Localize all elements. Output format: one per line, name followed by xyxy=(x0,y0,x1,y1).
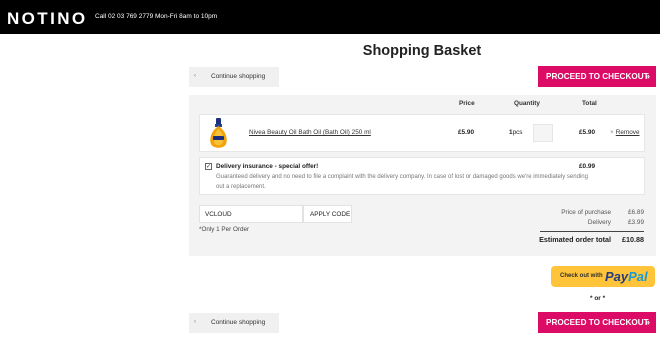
chevron-left-icon: ‹ xyxy=(194,319,196,325)
purchase-price-label: Price of purchase xyxy=(561,209,611,216)
quantity-stepper[interactable] xyxy=(533,124,553,142)
notino-logo[interactable]: NOTINO xyxy=(7,9,88,29)
proceed-to-checkout-button-top[interactable]: PROCEED TO CHECKOUT » xyxy=(538,66,656,87)
insurance-description: Guaranteed delivery and no need to file … xyxy=(216,174,588,190)
item-total: £5.90 xyxy=(579,129,595,136)
total-header: Total xyxy=(582,100,597,107)
insurance-price: £0.99 xyxy=(579,163,595,170)
apply-code-button[interactable]: APPLY CODE xyxy=(303,205,352,223)
insurance-title: Delivery insurance - special offer! xyxy=(216,163,319,170)
continue-shopping-label: Continue shopping xyxy=(211,319,266,326)
proceed-to-checkout-button-bottom[interactable]: PROCEED TO CHECKOUT » xyxy=(538,312,656,333)
quantity-header: Quantity xyxy=(514,100,540,107)
contact-phone: Call 02 03 769 2779 Mon-Fri 8am to 10pm xyxy=(95,13,218,20)
order-total-label: Estimated order total xyxy=(539,235,611,244)
close-icon: × xyxy=(610,129,614,136)
delivery-value: £3.99 xyxy=(628,219,644,226)
checkout-label: PROCEED TO CHECKOUT xyxy=(546,72,649,81)
voucher-note: *Only 1 Per Order xyxy=(199,226,250,233)
continue-shopping-label: Continue shopping xyxy=(211,73,266,80)
double-chevron-right-icon: » xyxy=(644,317,650,327)
checkout-label: PROCEED TO CHECKOUT xyxy=(546,318,649,327)
paypal-logo-pay: Pay xyxy=(605,269,629,284)
voucher-code-value: VCLOUD xyxy=(205,211,232,218)
price-header: Price xyxy=(459,100,475,107)
delivery-label: Delivery xyxy=(587,219,611,226)
paypal-logo: PayPal xyxy=(605,269,648,284)
voucher-code-input[interactable]: VCLOUD xyxy=(199,205,303,223)
insurance-checkbox[interactable]: ✓ xyxy=(205,163,212,170)
continue-shopping-button-bottom[interactable]: ‹ Continue shopping xyxy=(189,313,279,333)
continue-shopping-button-top[interactable]: ‹ Continue shopping xyxy=(189,67,279,87)
chevron-left-icon: ‹ xyxy=(194,73,196,79)
order-total-value: £10.88 xyxy=(622,235,644,244)
paypal-checkout-button[interactable]: Check out with PayPal xyxy=(551,266,655,287)
item-quantity-unit: pcs xyxy=(512,129,523,136)
paypal-logo-pal: Pal xyxy=(628,269,648,284)
page-title: Shopping Basket xyxy=(362,43,482,59)
summary-divider xyxy=(540,231,644,232)
purchase-price-value: £6.89 xyxy=(628,209,644,216)
item-quantity-group: 1pcs xyxy=(509,129,523,136)
product-name-link[interactable]: Nivea Beauty Oil Bath Oil (Bath Oil) 250… xyxy=(249,129,371,136)
double-chevron-right-icon: » xyxy=(644,71,650,81)
or-separator: * or * xyxy=(590,295,606,302)
top-bar: NOTINO Call 02 03 769 2779 Mon-Fri 8am t… xyxy=(0,0,660,34)
remove-item-button[interactable]: × Remove xyxy=(610,129,640,136)
apply-code-label: APPLY CODE xyxy=(310,211,351,218)
product-image[interactable] xyxy=(206,117,231,150)
remove-label: Remove xyxy=(615,129,640,136)
item-price: £5.90 xyxy=(458,129,474,136)
paypal-prefix: Check out with xyxy=(560,273,603,279)
